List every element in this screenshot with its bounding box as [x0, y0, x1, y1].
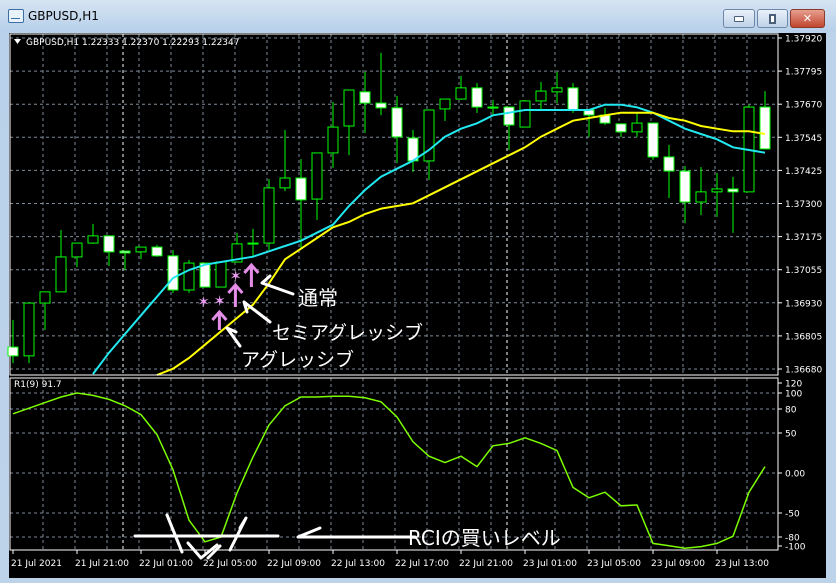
chart-header: GBPUSD,H1 1.22333 1.22370 1.22293 1.2234…	[26, 38, 239, 48]
bull-candle	[519, 99, 531, 128]
candle-body	[695, 191, 707, 203]
price-tick-label: 1.37795	[785, 68, 822, 78]
rci-label: R1(9) 91.7	[14, 380, 62, 390]
rci-tick-label: -50	[785, 510, 800, 520]
candle-body	[487, 106, 499, 109]
candle-body	[311, 152, 323, 200]
star-signal-icon: ✶	[229, 267, 242, 285]
price-tick-label: 1.36805	[785, 332, 822, 342]
time-label: 23 Jul 09:00	[651, 559, 705, 569]
star-signal-icon: ✶	[197, 293, 210, 311]
bull-candle	[263, 179, 275, 250]
bear-candle	[567, 83, 579, 113]
rci-tick-label: -100	[785, 543, 806, 553]
time-label: 21 Jul 21:00	[75, 559, 129, 569]
candle-body	[87, 235, 99, 244]
price-tick-label: 1.36680	[785, 366, 822, 376]
candle-body	[279, 177, 291, 189]
price-tick-label: 1.37545	[785, 134, 822, 144]
rci-tick-label: 50	[785, 430, 797, 440]
time-label: 22 Jul 05:00	[203, 559, 257, 569]
candle-body	[759, 106, 771, 150]
candle-body	[327, 126, 339, 154]
candle-body	[711, 188, 723, 193]
time-label: 23 Jul 13:00	[715, 559, 769, 569]
candle-body	[503, 106, 515, 126]
candle-body	[183, 262, 195, 291]
price-tick-label: 1.37920	[785, 35, 822, 45]
bear-candle	[167, 250, 179, 293]
candle-body	[151, 246, 163, 257]
rci-tick-label: 100	[785, 390, 802, 400]
right-frame	[826, 33, 836, 578]
price-tick-label: 1.37055	[785, 266, 822, 276]
candle-body	[663, 156, 675, 172]
candle-body	[375, 102, 387, 109]
candle-body	[71, 242, 83, 258]
annotation-normal: 通常	[298, 286, 338, 310]
candle-body	[135, 246, 147, 253]
annotation-aggressive: アグレッシブ	[241, 348, 354, 371]
candle-body	[471, 87, 483, 108]
time-label: 22 Jul 01:00	[139, 559, 193, 569]
candle-body	[567, 87, 579, 111]
candle-body	[215, 261, 227, 288]
candle-body	[247, 242, 259, 245]
candle-body	[39, 291, 51, 304]
chart-background	[9, 33, 826, 578]
time-label: 23 Jul 01:00	[523, 559, 577, 569]
candle-body	[455, 87, 467, 100]
bull-candle	[183, 259, 195, 293]
time-label: 22 Jul 13:00	[331, 559, 385, 569]
rci-tick-label: 0.00	[785, 470, 805, 480]
annotation-semi-aggressive: セミアグレッシブ	[272, 321, 423, 344]
bear-candle	[647, 122, 659, 160]
candle-body	[727, 188, 739, 193]
time-label: 22 Jul 21:00	[459, 559, 513, 569]
time-label: 22 Jul 09:00	[267, 559, 321, 569]
candle-body	[647, 122, 659, 158]
candle-body	[519, 100, 531, 128]
time-label: 23 Jul 05:00	[587, 559, 641, 569]
price-tick-label: 1.37175	[785, 233, 822, 243]
candle-body	[615, 123, 627, 133]
time-label: 21 Jul 2021	[11, 559, 62, 569]
price-tick-label: 1.37670	[785, 101, 822, 111]
candle-body	[679, 170, 691, 203]
candle-body	[167, 255, 179, 291]
candle-body	[119, 250, 131, 254]
candle-body	[439, 98, 451, 110]
price-tick-label: 1.36930	[785, 299, 822, 309]
annotation-rci-buy-level: RCIの買いレベル	[408, 526, 561, 550]
time-label: 22 Jul 17:00	[395, 559, 449, 569]
price-tick-label: 1.37425	[785, 167, 822, 177]
price-chart[interactable]: 1.37920 1.37795 1.37670 1.37545 1.37425 1.373…	[0, 0, 836, 583]
candle-body	[23, 302, 35, 357]
candle-body	[55, 256, 67, 293]
candle-body	[359, 91, 371, 104]
bear-candle	[151, 244, 163, 257]
bull-candle	[215, 261, 227, 288]
star-signal-icon: ✶	[213, 292, 226, 310]
price-tick-label: 1.37300	[785, 200, 822, 210]
rci-tick-label: 120	[785, 380, 802, 390]
candle-body	[343, 89, 355, 127]
candle-body	[631, 122, 643, 133]
candle-body	[263, 187, 275, 244]
rci-tick-label: 80	[785, 406, 797, 416]
candle-body	[103, 235, 115, 253]
candle-body	[535, 90, 547, 102]
candle-body	[551, 87, 563, 93]
candle-body	[391, 107, 403, 138]
candle-body	[295, 177, 307, 201]
bull-candle	[23, 302, 35, 364]
